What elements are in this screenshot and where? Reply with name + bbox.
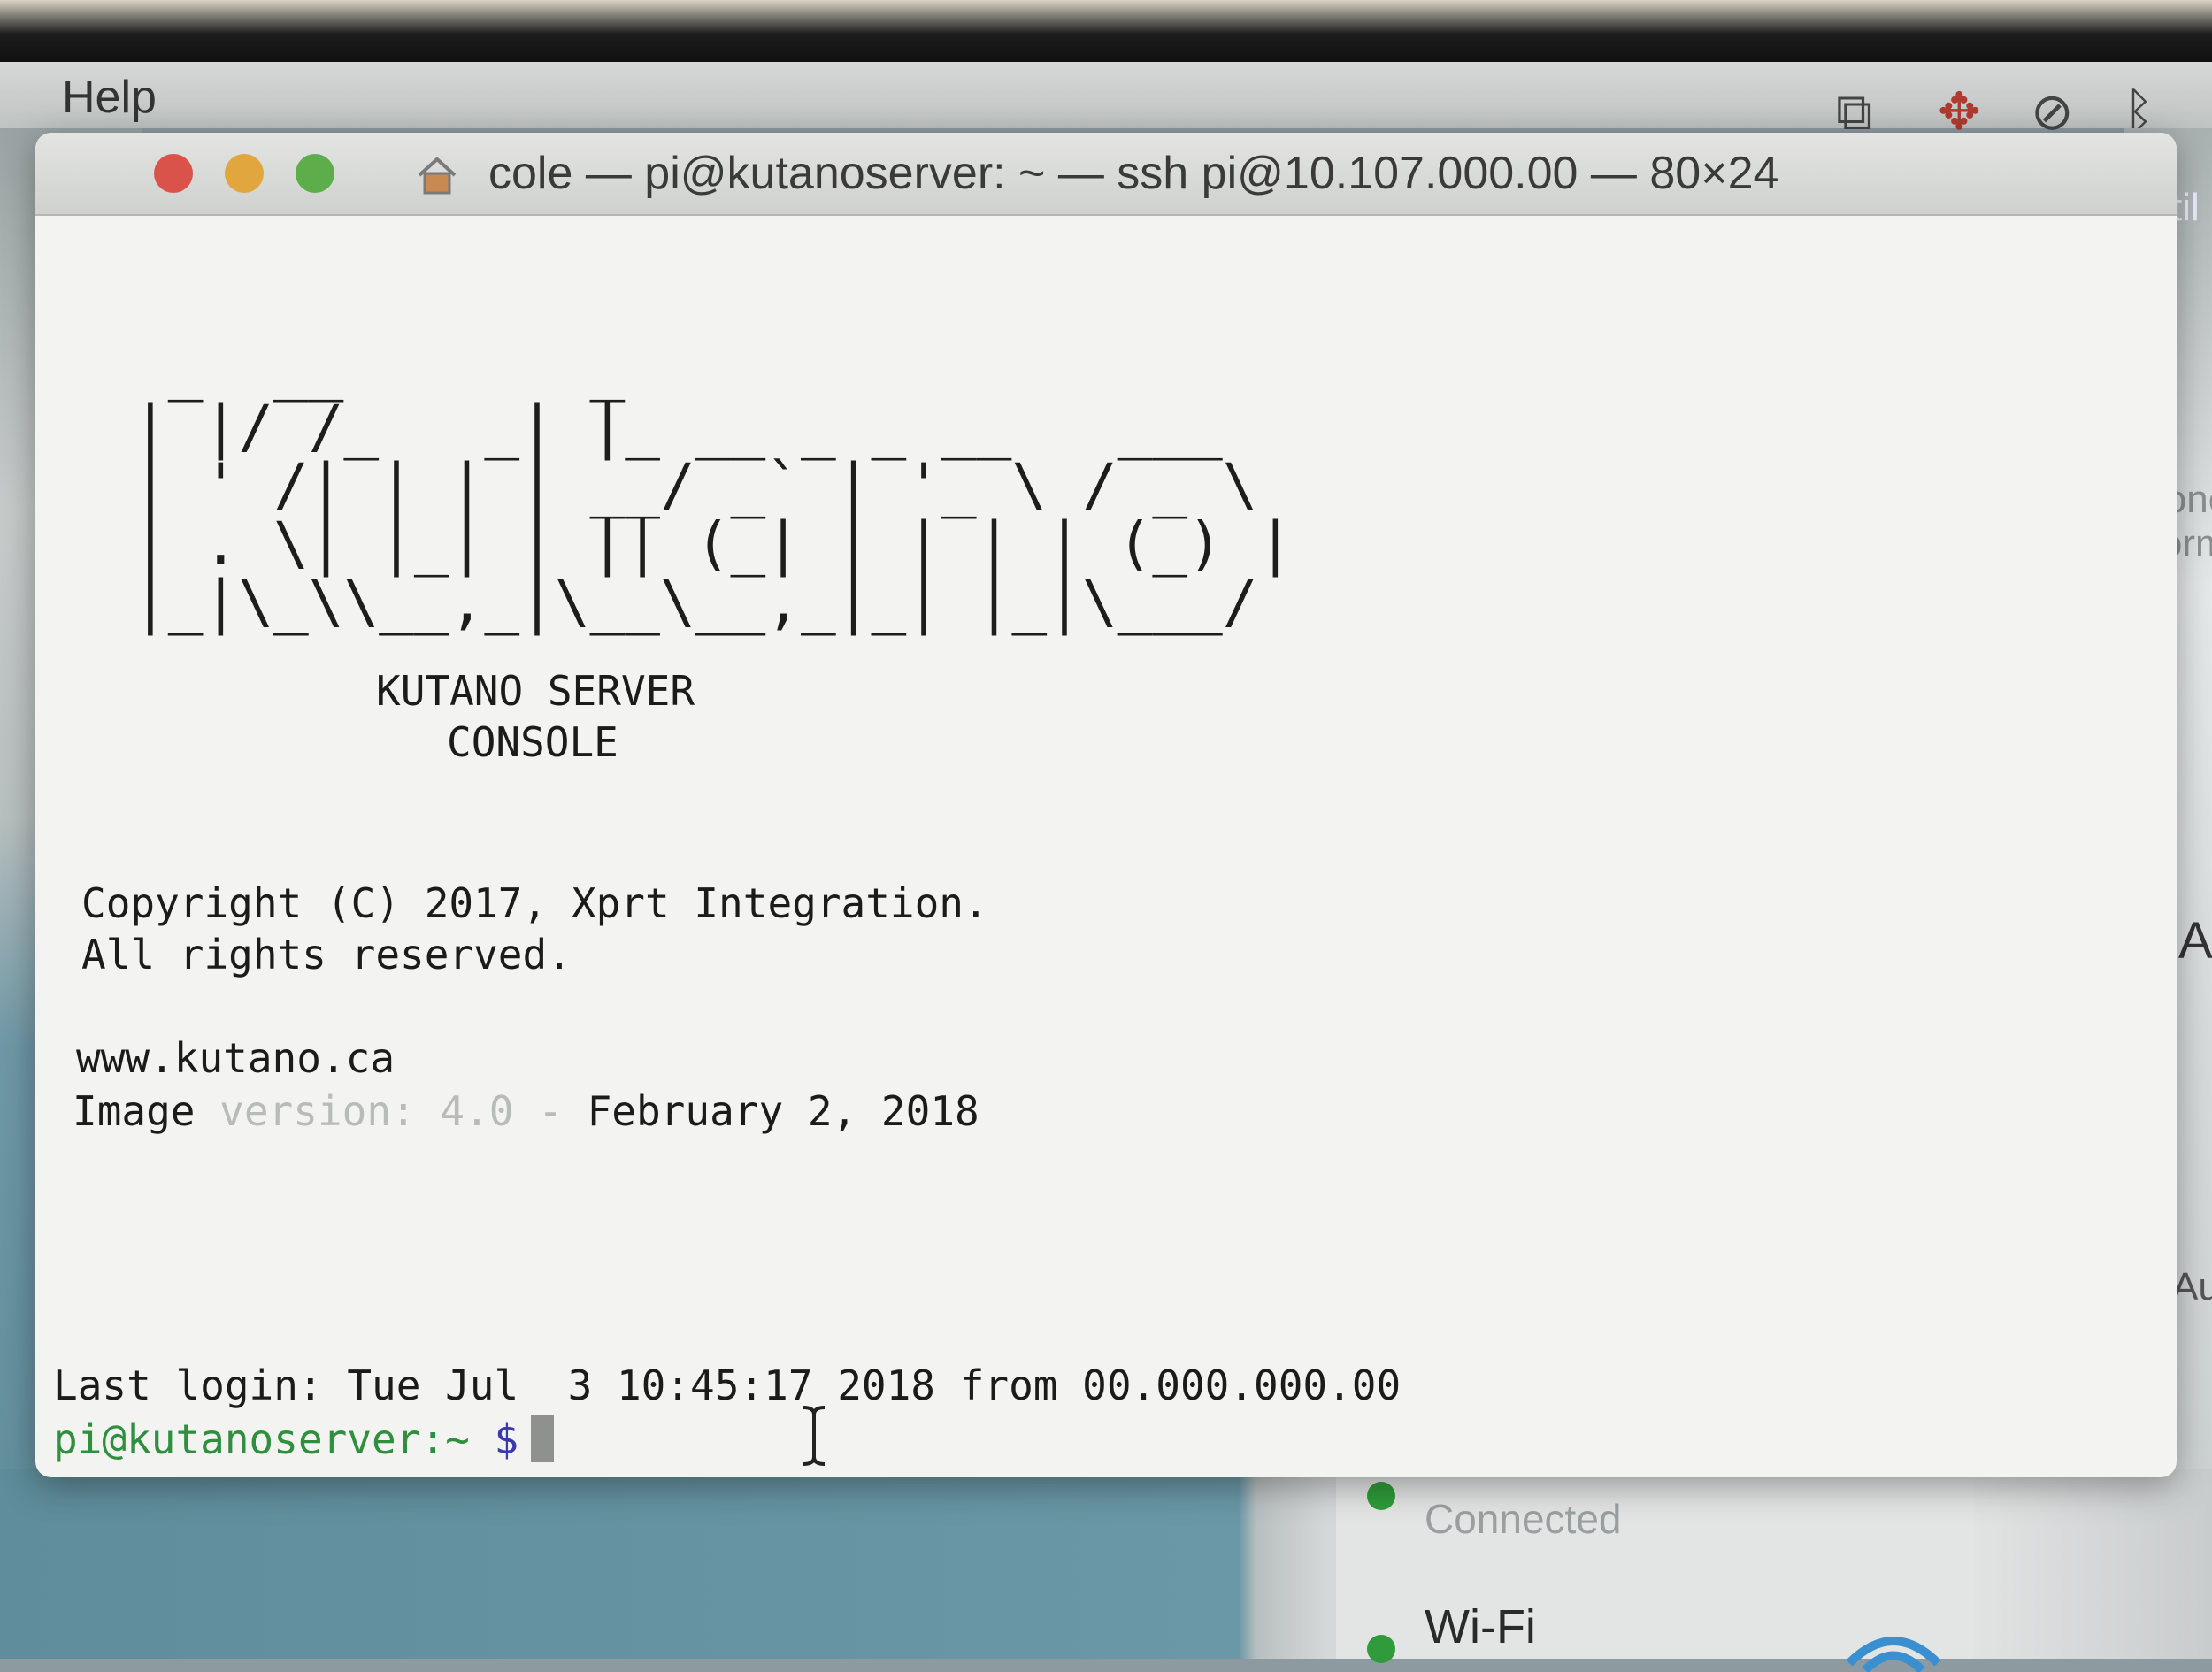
- zoom-button[interactable]: [296, 154, 334, 193]
- wifi-signal-icon: [1846, 1637, 1941, 1672]
- screen-mirroring-icon[interactable]: ⧉: [1836, 87, 1872, 138]
- background-text: Au: [2172, 1265, 2212, 1308]
- menu-bar: [0, 62, 2212, 128]
- image-version-faded: version: 4.0 -: [219, 1087, 588, 1135]
- prompt-symbol: $: [494, 1415, 519, 1463]
- terminal-window[interactable]: cole — pi@kutanoserver: ~ — ssh pi@10.10…: [35, 133, 2177, 1477]
- ascii-logo: _ __ _ | |/ /_ _| |_ __ _ _ __ ___ | ' /…: [133, 334, 1294, 636]
- window-title: cole — pi@kutanoserver: ~ — ssh pi@10.10…: [488, 148, 1779, 199]
- app-status-icon[interactable]: ✥: [1938, 87, 1981, 138]
- network-status: Connected: [1425, 1496, 1622, 1542]
- monitor-bezel: [0, 0, 2212, 62]
- time-machine-icon[interactable]: ⊘: [2031, 87, 2074, 138]
- image-version-date: February 2, 2018: [587, 1087, 979, 1135]
- terminal-content[interactable]: _ __ _ | |/ /_ _| |_ __ _ _ __ ___ | ' /…: [35, 216, 2177, 1477]
- home-icon: [418, 157, 457, 195]
- last-login-line: Last login: Tue Jul 3 10:45:17 2018 from…: [53, 1361, 1402, 1409]
- banner-title: KUTANO SERVER: [376, 667, 695, 715]
- banner-subtitle: CONSOLE: [447, 718, 618, 766]
- wifi-label[interactable]: Wi-Fi: [1425, 1599, 1536, 1654]
- window-titlebar[interactable]: cole — pi@kutanoserver: ~ — ssh pi@10.10…: [35, 133, 2177, 216]
- shell-prompt: pi@kutanoserver:~: [53, 1415, 470, 1463]
- website-url: www.kutano.ca: [76, 1034, 396, 1082]
- close-button[interactable]: [154, 154, 193, 193]
- shell-prompt-line[interactable]: pi@kutanoserver:~ $: [53, 1415, 555, 1463]
- image-version-line: Image version: 4.0 - February 2, 2018: [73, 1087, 979, 1135]
- status-green-dot: [1367, 1482, 1395, 1510]
- wifi-green-dot: [1367, 1635, 1395, 1663]
- minimize-button[interactable]: [225, 154, 264, 193]
- image-version-label: Image: [73, 1087, 220, 1135]
- menu-help[interactable]: Help: [62, 71, 157, 124]
- text-cursor: [531, 1415, 555, 1462]
- background-text: A: [2178, 912, 2212, 970]
- rights-line: All rights reserved.: [81, 931, 572, 978]
- ibeam-cursor-icon: [803, 1406, 826, 1466]
- copyright-line: Copyright (C) 2017, Xprt Integration.: [81, 879, 988, 927]
